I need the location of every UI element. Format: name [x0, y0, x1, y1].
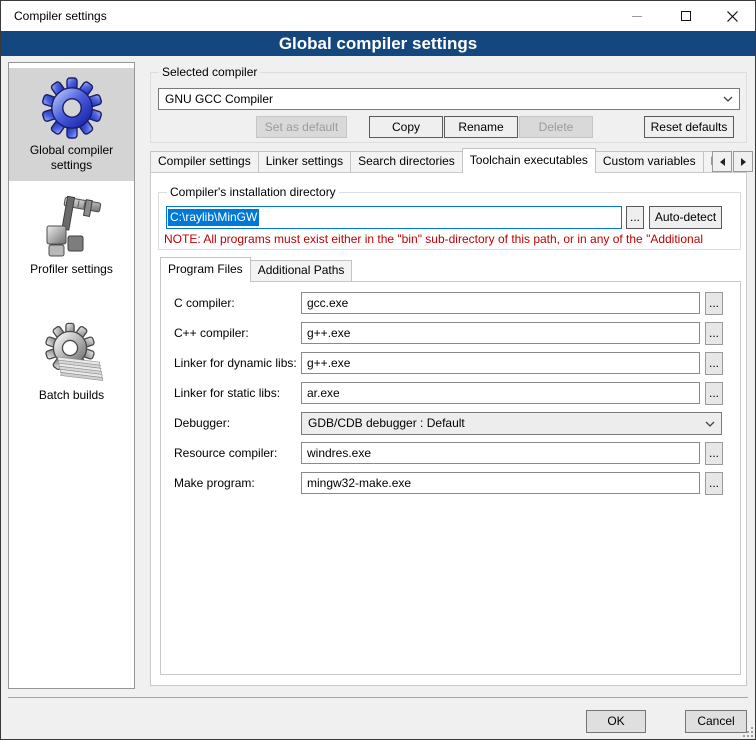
right-arrow-icon: [741, 158, 746, 166]
installation-directory-input[interactable]: C:\raylib\MinGW: [166, 206, 622, 229]
footer-divider: [8, 697, 748, 698]
make-program-input[interactable]: [301, 472, 700, 494]
debugger-label: Debugger:: [174, 416, 299, 430]
linker-static-input[interactable]: [301, 382, 700, 404]
tab-search-directories[interactable]: Search directories: [350, 151, 463, 172]
program-files-tabs: Program Files Additional Paths: [160, 257, 560, 282]
browse-directory-button[interactable]: ...: [626, 206, 644, 229]
cancel-button[interactable]: Cancel: [685, 710, 747, 733]
tab-build-options[interactable]: Build options: [703, 151, 712, 172]
maximize-button[interactable]: [663, 1, 708, 31]
cpp-compiler-browse-button[interactable]: ...: [705, 322, 723, 345]
sidebar-item-global-compiler-settings[interactable]: Global compiler settings: [9, 68, 134, 181]
title-bar: Compiler settings: [1, 1, 755, 31]
tab-scroll-left-button[interactable]: [712, 151, 732, 172]
maximize-icon: [681, 11, 691, 21]
linker-static-browse-button[interactable]: ...: [705, 382, 723, 405]
settings-tabs: Compiler settings Linker settings Search…: [150, 148, 712, 173]
rename-button[interactable]: Rename: [444, 116, 518, 138]
sidebar-item-label: Global compiler settings: [24, 143, 119, 173]
subtab-program-files[interactable]: Program Files: [160, 257, 251, 282]
resource-compiler-browse-button[interactable]: ...: [705, 442, 723, 465]
c-compiler-browse-button[interactable]: ...: [705, 292, 723, 315]
set-as-default-button: Set as default: [256, 116, 347, 138]
close-icon: [727, 11, 738, 22]
left-arrow-icon: [720, 158, 725, 166]
blue-gear-icon: [40, 76, 104, 140]
linker-dynamic-input[interactable]: [301, 352, 700, 374]
tab-toolchain-executables[interactable]: Toolchain executables: [462, 148, 596, 173]
sidebar-item-profiler-settings[interactable]: Profiler settings: [9, 187, 134, 285]
compiler-settings-dialog: Compiler settings Global compiler settin…: [0, 0, 756, 740]
dialog-header: Global compiler settings: [1, 31, 755, 56]
tab-linker-settings[interactable]: Linker settings: [258, 151, 351, 172]
subtab-additional-paths[interactable]: Additional Paths: [250, 260, 353, 281]
group-label: Compiler's installation directory: [167, 185, 339, 199]
linker-static-label: Linker for static libs:: [174, 386, 299, 400]
chevron-down-icon: [723, 96, 733, 102]
c-compiler-label: C compiler:: [174, 296, 299, 310]
selected-text: C:\raylib\MinGW: [168, 209, 259, 226]
ok-button[interactable]: OK: [586, 710, 646, 733]
debugger-select-value: GDB/CDB debugger : Default: [308, 413, 465, 434]
minimize-button: [614, 1, 659, 31]
sidebar-item-label: Batch builds: [11, 388, 132, 403]
compiler-select[interactable]: GNU GCC Compiler: [158, 88, 740, 110]
compiler-select-value: GNU GCC Compiler: [165, 89, 273, 109]
caliper-icon: [40, 195, 104, 259]
copy-button[interactable]: Copy: [369, 116, 443, 138]
tab-custom-variables[interactable]: Custom variables: [595, 151, 704, 172]
cpp-compiler-input[interactable]: [301, 322, 700, 344]
sidebar-item-batch-builds[interactable]: Batch builds: [9, 313, 134, 411]
bin-subdirectory-note: NOTE: All programs must exist either in …: [164, 232, 741, 246]
debugger-select[interactable]: GDB/CDB debugger : Default: [301, 412, 722, 435]
cpp-compiler-label: C++ compiler:: [174, 326, 299, 340]
page-title: Global compiler settings: [1, 31, 755, 56]
auto-detect-button[interactable]: Auto-detect: [649, 206, 722, 229]
tab-compiler-settings[interactable]: Compiler settings: [150, 151, 259, 172]
c-compiler-input[interactable]: [301, 292, 700, 314]
resize-grip[interactable]: [742, 726, 754, 738]
linker-dynamic-label: Linker for dynamic libs:: [174, 356, 299, 370]
close-button[interactable]: [709, 1, 755, 31]
gray-gear-stack-icon: [40, 321, 104, 385]
reset-defaults-button[interactable]: Reset defaults: [644, 116, 734, 138]
resource-compiler-label: Resource compiler:: [174, 446, 299, 460]
make-program-label: Make program:: [174, 476, 299, 490]
settings-sidebar: Global compiler settings: [8, 62, 135, 689]
chevron-down-icon: [705, 421, 715, 427]
delete-button: Delete: [519, 116, 593, 138]
group-label: Selected compiler: [159, 65, 260, 79]
sidebar-item-label: Profiler settings: [11, 262, 132, 277]
resource-compiler-input[interactable]: [301, 442, 700, 464]
minimize-icon: [632, 16, 642, 17]
window-title: Compiler settings: [14, 1, 107, 31]
tab-scroll-right-button[interactable]: [733, 151, 753, 172]
linker-dynamic-browse-button[interactable]: ...: [705, 352, 723, 375]
make-program-browse-button[interactable]: ...: [705, 472, 723, 495]
